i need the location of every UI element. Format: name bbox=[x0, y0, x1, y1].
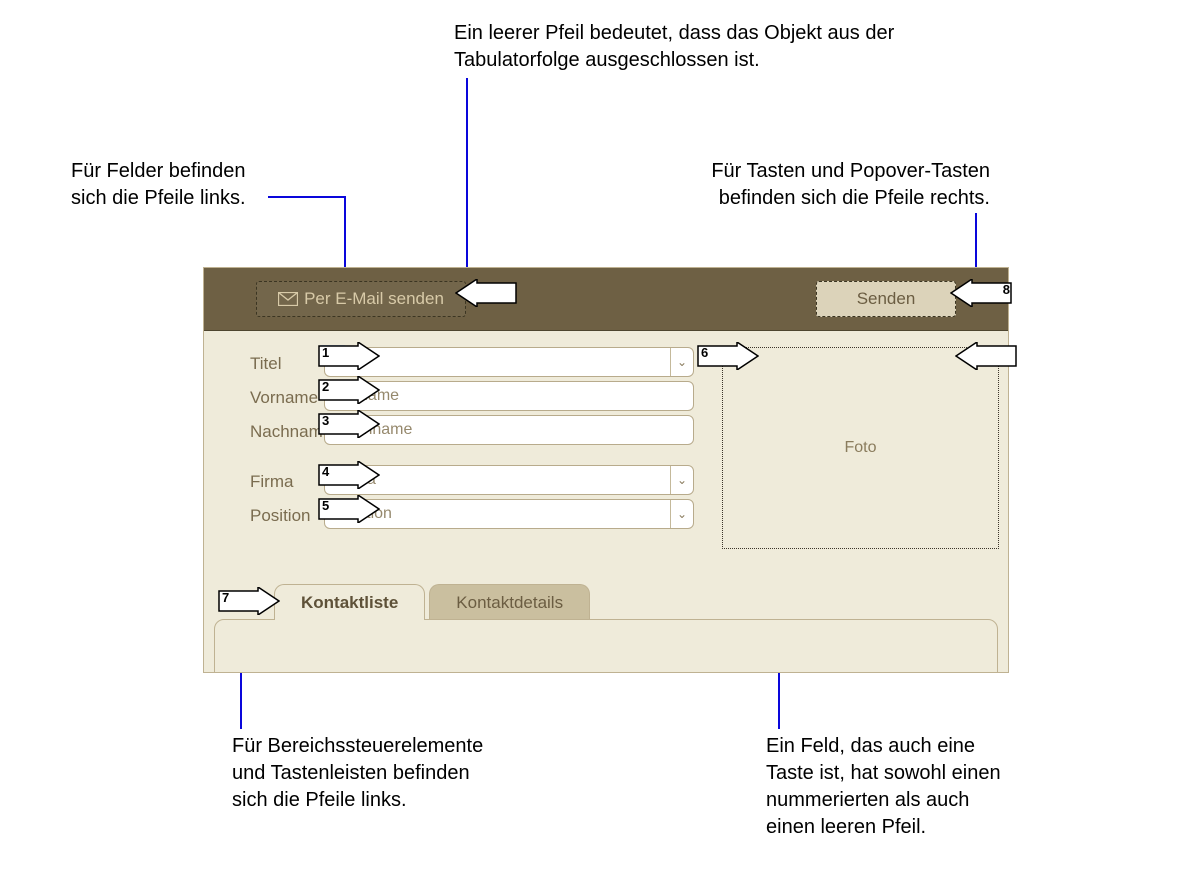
tab-kontaktliste[interactable]: Kontaktliste bbox=[274, 584, 425, 620]
tab-order-arrow-1: 1 bbox=[318, 342, 380, 370]
button-label: Per E-Mail senden bbox=[304, 289, 444, 309]
button-label: Senden bbox=[857, 289, 916, 309]
photo-field[interactable]: Foto bbox=[722, 347, 999, 549]
callout-line: Für Felder befinden bbox=[71, 160, 246, 182]
row-titel: Titel bbox=[250, 348, 326, 380]
tab-order-arrow-photo-button-empty bbox=[955, 342, 1017, 370]
tab-order-number: 5 bbox=[322, 498, 338, 513]
label-titel: Titel bbox=[250, 354, 326, 374]
tab-order-arrow-email-empty bbox=[455, 279, 517, 307]
leader-line bbox=[268, 196, 346, 198]
tab-order-number: 1 bbox=[322, 345, 338, 360]
label-nachname: Nachname bbox=[250, 422, 326, 442]
tab-kontaktdetails[interactable]: Kontaktdetails bbox=[429, 584, 590, 620]
tab-order-number: 2 bbox=[322, 379, 338, 394]
tab-order-arrow-4: 4 bbox=[318, 461, 380, 489]
tab-control: Kontaktliste Kontaktdetails bbox=[214, 584, 998, 672]
callout-line: Für Bereichssteuerelemente bbox=[232, 735, 483, 757]
callout-line: sich die Pfeile links. bbox=[232, 789, 407, 811]
tab-order-number: 8 bbox=[994, 282, 1010, 297]
row-vorname: Vorname bbox=[250, 382, 326, 414]
callout-line: einen leeren Pfeil. bbox=[766, 816, 926, 838]
callout-empty-arrow: Ein leerer Pfeil bedeutet, dass das Obje… bbox=[454, 20, 974, 74]
tab-order-arrow-6: 6 bbox=[697, 342, 759, 370]
label-position: Position bbox=[250, 506, 326, 526]
tab-order-number: 6 bbox=[701, 345, 717, 360]
chevron-down-icon[interactable]: ⌄ bbox=[670, 500, 693, 528]
leader-line bbox=[466, 78, 468, 284]
callout-line: und Tastenleisten befinden bbox=[232, 762, 470, 784]
tab-order-number: 7 bbox=[222, 590, 238, 605]
label-vorname: Vorname bbox=[250, 388, 326, 408]
tab-order-number: 3 bbox=[322, 413, 338, 428]
tab-order-arrow-8: 8 bbox=[950, 279, 1012, 307]
topbar: Per E-Mail senden Senden bbox=[204, 268, 1008, 331]
callout-line: Für Tasten und Popover-Tasten bbox=[711, 160, 990, 182]
chevron-down-icon[interactable]: ⌄ bbox=[670, 466, 693, 494]
tab-order-arrow-5: 5 bbox=[318, 495, 380, 523]
tab-order-number: 4 bbox=[322, 464, 338, 479]
callout-line: Taste ist, hat sowohl einen bbox=[766, 762, 1001, 784]
row-firma: Firma bbox=[250, 466, 326, 498]
send-email-button[interactable]: Per E-Mail senden bbox=[256, 281, 466, 317]
label-firma: Firma bbox=[250, 472, 326, 492]
callout-tab-controls: Für Bereichssteuerelemente und Tastenlei… bbox=[232, 733, 483, 814]
tab-order-arrow-7: 7 bbox=[218, 587, 280, 615]
tab-order-arrow-3: 3 bbox=[318, 410, 380, 438]
diagram-stage: Ein leerer Pfeil bedeutet, dass das Obje… bbox=[0, 0, 1196, 890]
chevron-down-icon[interactable]: ⌄ bbox=[670, 348, 693, 376]
callout-buttons-right: Für Tasten und Popover-Tasten befinden s… bbox=[500, 158, 990, 212]
callout-field-button: Ein Feld, das auch eine Taste ist, hat s… bbox=[766, 733, 1001, 841]
callout-line: Ein Feld, das auch eine bbox=[766, 735, 975, 757]
tab-strip: Kontaktliste Kontaktdetails bbox=[274, 584, 590, 620]
row-position: Position bbox=[250, 500, 326, 532]
callout-line: nummerierten als auch bbox=[766, 789, 969, 811]
callout-line: sich die Pfeile links. bbox=[71, 187, 246, 209]
send-button[interactable]: Senden bbox=[816, 281, 956, 317]
tab-order-arrow-2: 2 bbox=[318, 376, 380, 404]
mail-icon bbox=[278, 292, 298, 306]
row-nachname: Nachname bbox=[250, 416, 326, 448]
tab-body bbox=[214, 619, 998, 673]
callout-line: befinden sich die Pfeile rechts. bbox=[719, 187, 990, 209]
callout-fields-left: Für Felder befinden sich die Pfeile link… bbox=[71, 158, 246, 212]
photo-label: Foto bbox=[844, 439, 876, 457]
